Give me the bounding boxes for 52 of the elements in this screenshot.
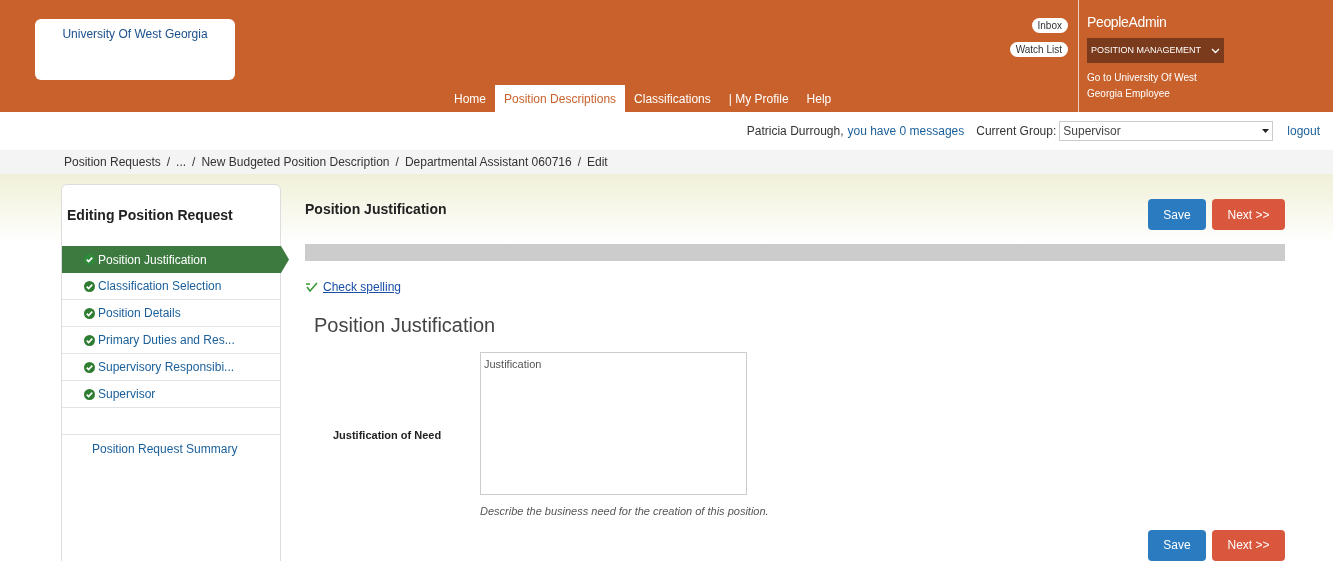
check-circle-icon	[84, 334, 95, 346]
messages-link[interactable]: you have 0 messages	[847, 122, 965, 140]
breadcrumb-link[interactable]: Edit	[587, 153, 608, 171]
logo-text: University Of West Georgia	[62, 27, 208, 41]
watch-list-button[interactable]: Watch List	[1009, 42, 1068, 57]
section-title: Position Justification	[314, 313, 497, 338]
help-text: Describe the business need for the creation of this position.	[480, 504, 769, 519]
nav-tab[interactable]: Classifications	[625, 85, 720, 112]
nav-tab[interactable]: Position Descriptions	[495, 85, 626, 112]
check-circle-icon	[84, 388, 95, 400]
module-menu[interactable]: POSITION MANAGEMENT	[1087, 38, 1224, 63]
user-greeting: Patricia Durrough,	[746, 123, 844, 140]
spell-check-icon	[305, 282, 319, 292]
sidebar-item[interactable]: Classification Selection	[62, 273, 280, 300]
nav-tab[interactable]: | My Profile	[719, 85, 798, 112]
check-circle-icon	[84, 280, 95, 292]
check-circle-icon	[84, 307, 95, 319]
breadcrumb-separator: /	[577, 154, 581, 171]
breadcrumb-link[interactable]: ...	[176, 153, 187, 171]
dropdown-caret-icon	[1262, 129, 1270, 133]
breadcrumb-link[interactable]: Departmental Assistant 060716	[404, 153, 572, 171]
breadcrumb-link[interactable]: Position Requests	[64, 153, 161, 171]
next-button[interactable]: Next >>	[1212, 529, 1285, 561]
sidebar-item[interactable]: Primary Duties and Res...	[62, 327, 280, 354]
spell-check-link[interactable]: Check spelling	[323, 278, 402, 296]
nav-tab[interactable]: Home	[445, 85, 495, 112]
sidebar-item[interactable]: Position Details	[62, 300, 280, 327]
check-circle-icon	[84, 254, 95, 265]
sidebar-item[interactable]: Supervisor	[62, 381, 280, 408]
save-button[interactable]: Save	[1148, 199, 1206, 230]
breadcrumb-separator: /	[192, 154, 196, 171]
page-title: Position Justification	[305, 200, 447, 219]
nav-tab[interactable]: Help	[797, 85, 841, 112]
brand-name: PeopleAdmin	[1087, 13, 1168, 32]
portal-link[interactable]: Go to University Of West Georgia Employee	[1087, 70, 1212, 102]
sidebar-item[interactable]: Position Justification	[62, 246, 289, 273]
sidebar-item[interactable]: Supervisory Responsibi...	[62, 354, 280, 381]
logout-link[interactable]: logout	[1287, 122, 1320, 140]
breadcrumb-link[interactable]: New Budgeted Position Description	[201, 153, 390, 171]
check-circle-icon	[84, 361, 95, 373]
group-select[interactable]: Supervisor	[1059, 121, 1274, 141]
next-button[interactable]: Next >>	[1212, 199, 1285, 230]
group-label: Current Group:	[976, 123, 1057, 140]
field-label: Justification of Need	[332, 428, 443, 443]
inbox-button[interactable]: Inbox	[1031, 18, 1068, 33]
justification-textarea[interactable]: Justification	[480, 352, 747, 495]
sidebar-title: Editing Position Request	[66, 206, 234, 225]
breadcrumb-separator: /	[166, 154, 171, 171]
chevron-down-icon	[1211, 47, 1220, 54]
breadcrumb-separator: /	[395, 154, 399, 171]
summary-link[interactable]: Position Request Summary	[62, 435, 280, 462]
save-button[interactable]: Save	[1148, 529, 1206, 561]
